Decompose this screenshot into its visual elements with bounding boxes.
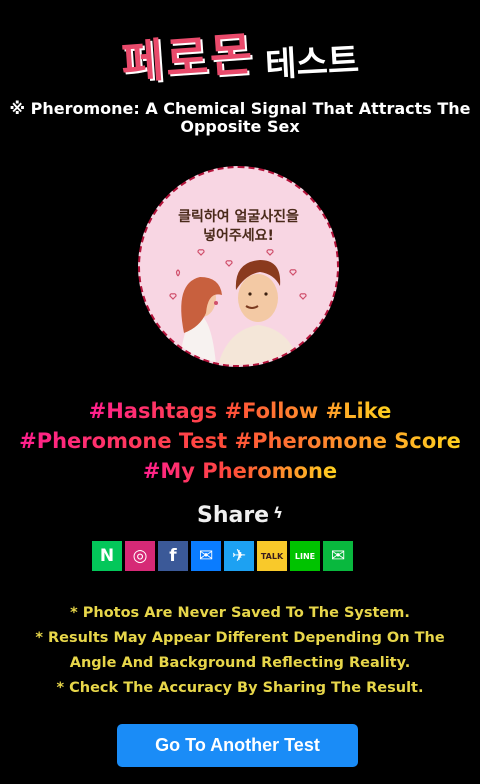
naver-icon[interactable]: N (92, 541, 122, 571)
share-label: Share (196, 503, 270, 528)
messenger-icon[interactable]: ✉ (191, 541, 221, 571)
prompt-line-1: 클릭하여 얼굴사진을 (178, 209, 299, 225)
line-icon[interactable]: LINE (290, 541, 320, 571)
wechat-icon[interactable]: ✉ (323, 541, 353, 571)
hashtag-row: #Hashtags #Follow #Like (0, 396, 480, 426)
hashtag-row: #Pheromone Test #Pheromone Score (0, 426, 480, 456)
note-line: * Check The Accuracy By Sharing The Resu… (56, 680, 424, 696)
twitter-icon[interactable]: ✈ (224, 541, 254, 571)
share-heading: Share ϟ (0, 503, 480, 528)
bolt-icon: ϟ (273, 504, 284, 522)
couple-illustration (169, 249, 307, 365)
photo-upload-button[interactable]: 클릭하여 얼굴사진을 넣어주세요! (138, 166, 339, 367)
share-icon-row: N ◎ f ✉ ✈ TALK LINE ✉ (92, 541, 382, 571)
logo-sub-text: 테스트 (264, 40, 361, 86)
note-line: * Results May Appear Different Depending… (35, 630, 445, 646)
app-logo: 페로몬 테스트 (0, 22, 480, 89)
hashtag-text: #Hashtags #Follow #Like (88, 399, 392, 423)
kakaotalk-icon[interactable]: TALK (257, 541, 287, 571)
hashtag-text: #Pheromone Test #Pheromone Score (19, 429, 461, 453)
another-test-button[interactable]: Go To Another Test (117, 724, 358, 767)
hashtag-text: #My Pheromone (142, 459, 338, 483)
disclaimer-notes: * Photos Are Never Saved To The System. … (0, 601, 480, 701)
note-line: * Photos Are Never Saved To The System. (70, 605, 410, 621)
instagram-icon[interactable]: ◎ (125, 541, 155, 571)
hashtag-block: #Hashtags #Follow #Like #Pheromone Test … (0, 396, 480, 486)
logo-main-text: 페로몬 (119, 26, 256, 90)
hashtag-row: #My Pheromone (0, 456, 480, 486)
note-line: Angle And Background Reflecting Reality. (69, 655, 411, 671)
facebook-icon[interactable]: f (158, 541, 188, 571)
prompt-line-2: 넣어주세요! (203, 228, 274, 244)
page-subtitle: ※ Pheromone: A Chemical Signal That Attr… (9, 99, 471, 136)
photo-upload-prompt: 클릭하여 얼굴사진을 넣어주세요! (140, 208, 337, 246)
